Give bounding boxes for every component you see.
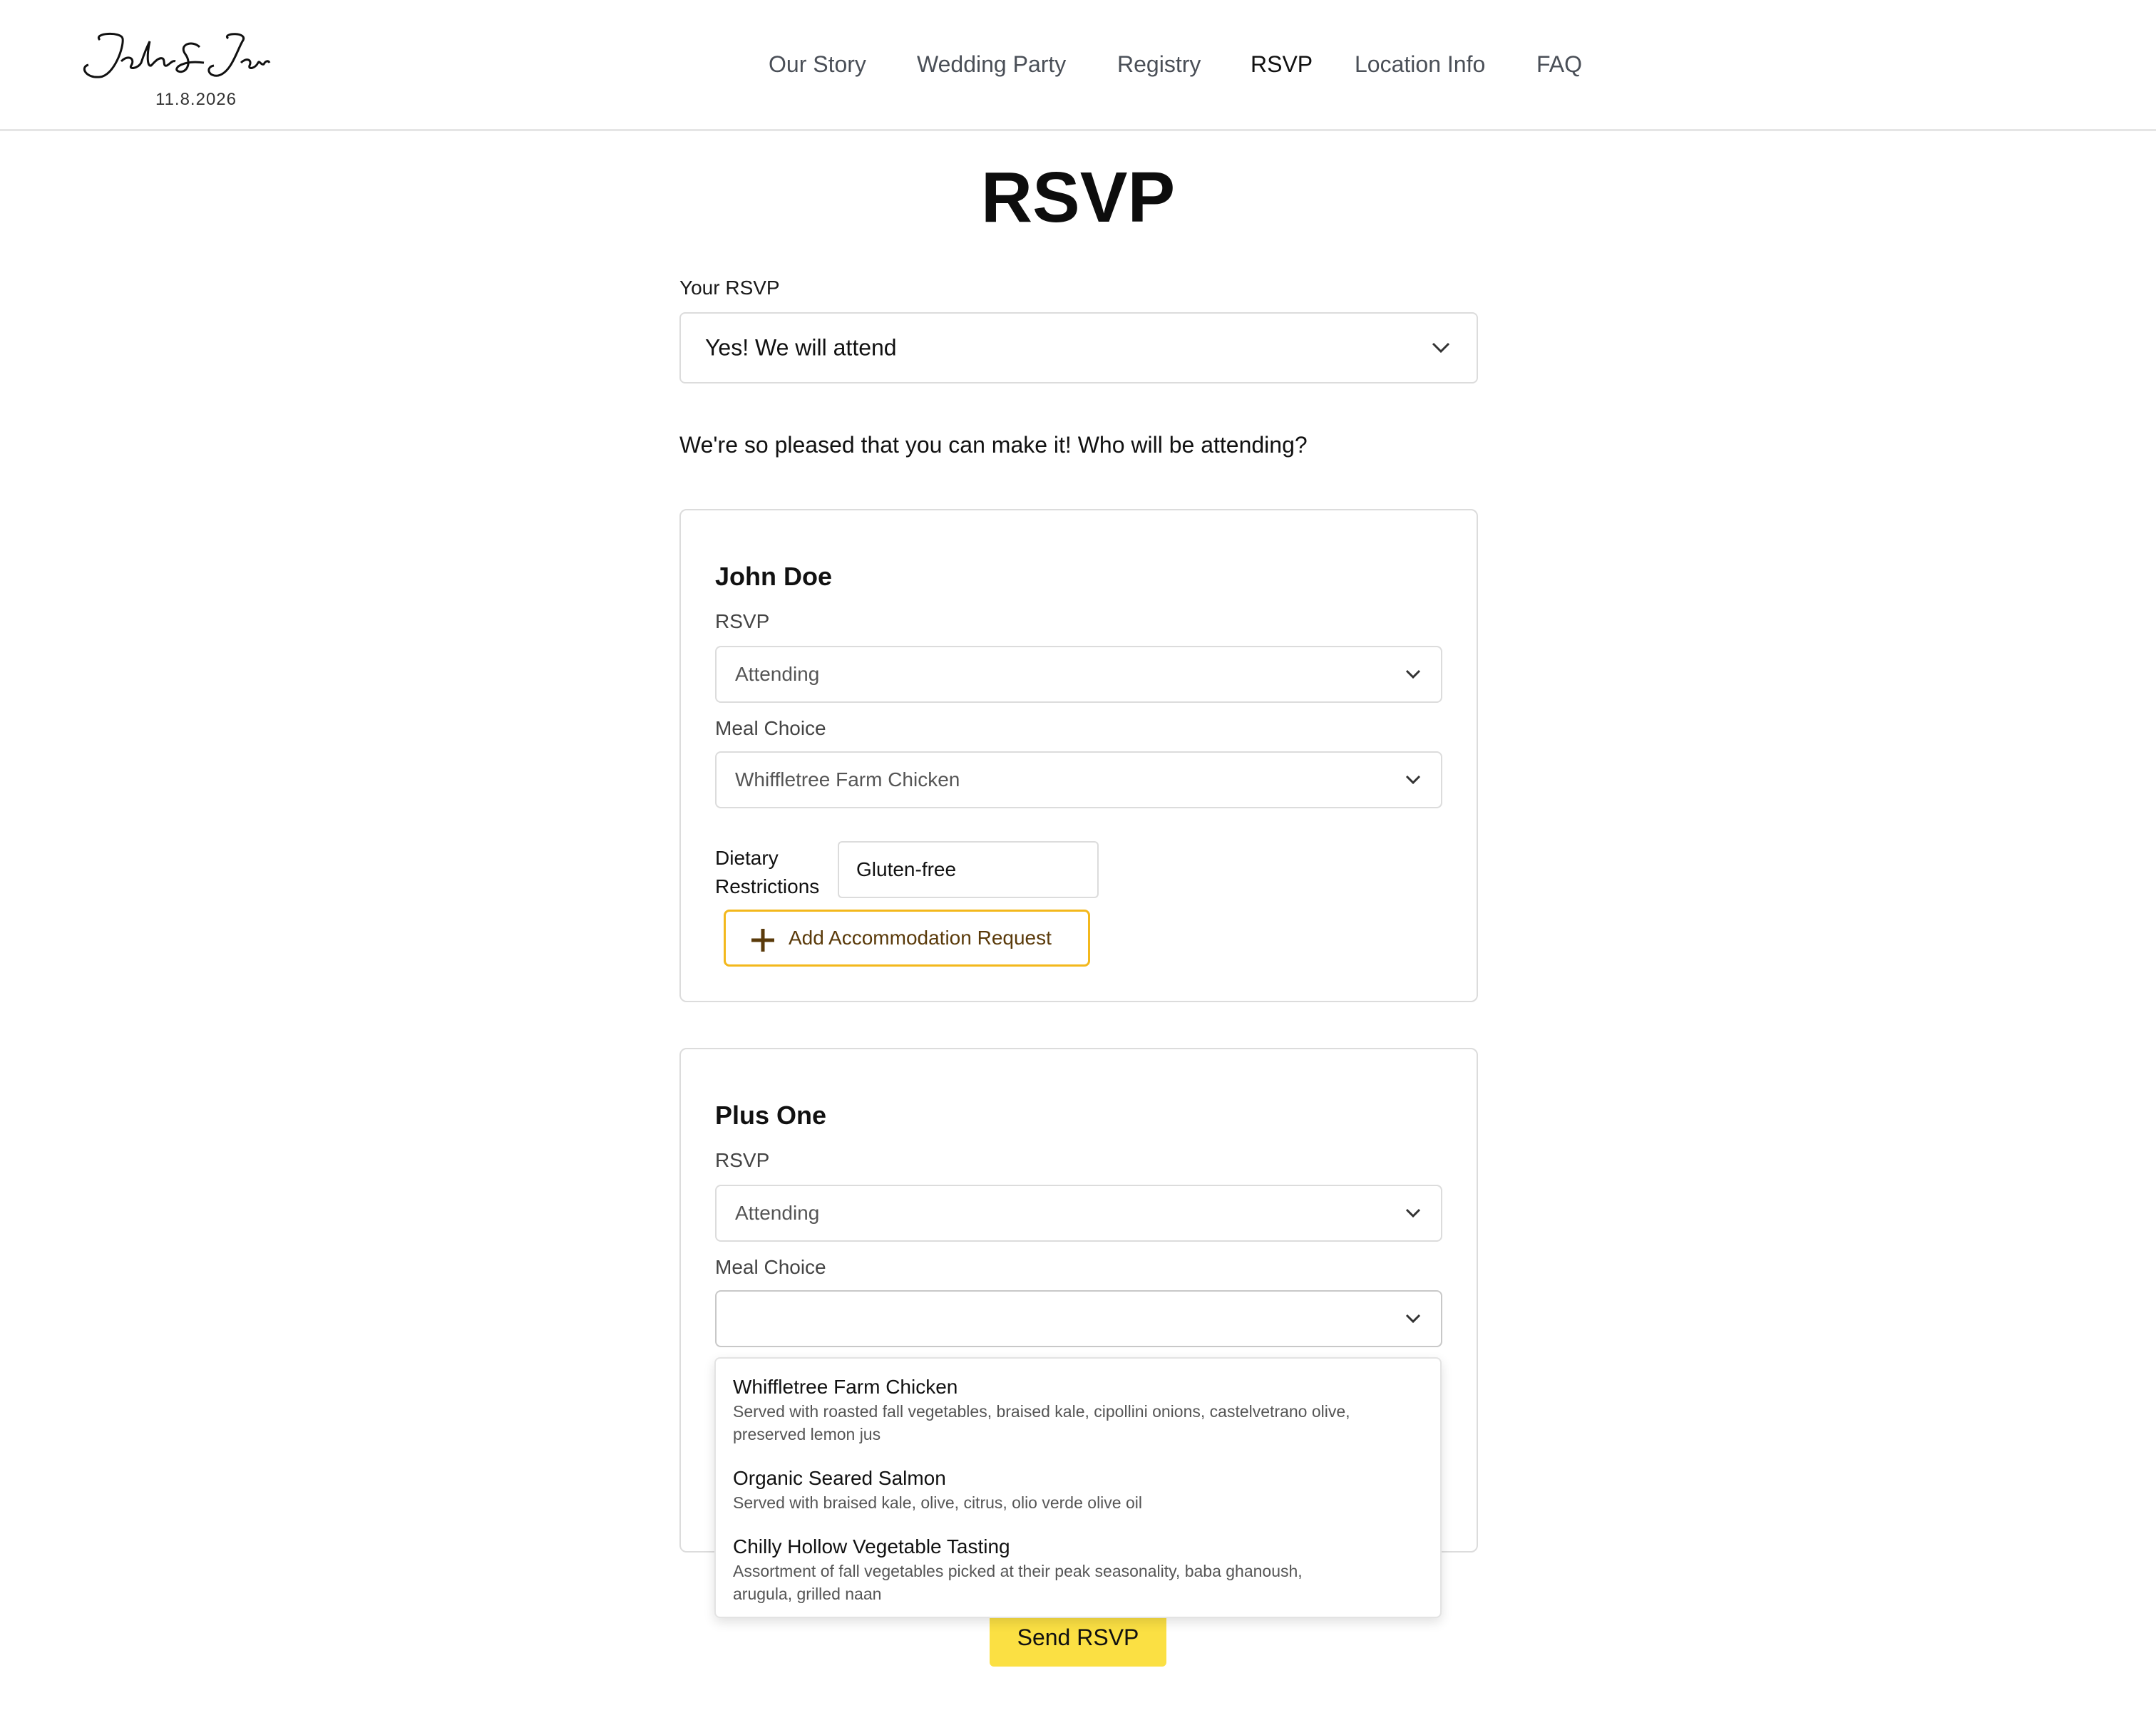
wedding-date: 11.8.2026 [155, 90, 237, 109]
dietary-restrictions-value: Gluten-free [856, 858, 957, 880]
plus-icon [751, 929, 774, 952]
guest-rsvp-value: Attending [735, 1202, 820, 1224]
meal-choice-dropdown: Whiffletree Farm Chicken Served with roa… [714, 1357, 1442, 1618]
guest-name: John Doe [715, 562, 833, 591]
meal-option-desc: arugula, grilled naan [733, 1585, 882, 1603]
meal-option-desc: Served with roasted fall vegetables, bra… [733, 1402, 1350, 1421]
page-title: RSVP [980, 158, 1176, 237]
couple-logo[interactable]: 11.8.2026 [78, 26, 292, 118]
nav-wedding-party[interactable]: Wedding Party [917, 51, 1066, 78]
meal-choice-label: Meal Choice [715, 1256, 826, 1278]
guest-rsvp-value: Attending [735, 663, 820, 685]
chevron-down-icon [1405, 669, 1421, 679]
site-header: 11.8.2026 Our Story Wedding Party Regist… [0, 0, 2156, 131]
guest-rsvp-label: RSVP [715, 1149, 770, 1171]
your-rsvp-label: Your RSVP [679, 277, 780, 299]
nav-rsvp[interactable]: RSVP [1251, 51, 1313, 78]
nav-faq[interactable]: FAQ [1536, 51, 1582, 78]
dietary-restrictions-label: Dietary Restrictions [715, 847, 820, 897]
nav-registry[interactable]: Registry [1117, 51, 1201, 78]
meal-choice-value: Whiffletree Farm Chicken [735, 768, 960, 791]
your-rsvp-value: Yes! We will attend [705, 334, 897, 361]
guest-rsvp-select[interactable]: Attending [715, 1185, 1442, 1242]
your-rsvp-select[interactable]: Yes! We will attend [679, 312, 1478, 383]
meal-option[interactable]: Organic Seared Salmon Served with braise… [733, 1466, 1424, 1514]
meal-option-name: Chilly Hollow Vegetable Tasting [733, 1535, 1010, 1558]
guest-name: Plus One [715, 1101, 827, 1130]
meal-option[interactable]: Chilly Hollow Vegetable Tasting Assortme… [733, 1534, 1424, 1605]
chevron-down-icon [1405, 775, 1421, 785]
signature-logo-icon [83, 32, 271, 78]
nav-location-info[interactable]: Location Info [1355, 51, 1485, 78]
chevron-down-icon [1432, 342, 1450, 354]
guest-card-john-doe: John Doe RSVP Attending Meal Choice Whif… [679, 509, 1478, 1002]
guest-rsvp-select[interactable]: Attending [715, 646, 1442, 703]
guest-rsvp-label: RSVP [715, 610, 770, 632]
meal-option-name: Whiffletree Farm Chicken [733, 1376, 958, 1398]
meal-choice-select[interactable] [715, 1290, 1442, 1347]
meal-choice-label: Meal Choice [715, 717, 826, 739]
meal-option-desc: preserved lemon jus [733, 1425, 881, 1443]
meal-option-desc: Assortment of fall vegetables picked at … [733, 1562, 1303, 1580]
dietary-restrictions-input[interactable]: Gluten-free [838, 841, 1099, 898]
add-accommodation-label: Add Accommodation Request [789, 927, 1052, 949]
chevron-down-icon [1405, 1314, 1421, 1324]
intro-text: We're so pleased that you can make it! W… [679, 432, 1308, 458]
add-accommodation-request-button[interactable]: Add Accommodation Request [724, 910, 1090, 967]
chevron-down-icon [1405, 1208, 1421, 1218]
meal-option-name: Organic Seared Salmon [733, 1467, 946, 1489]
meal-option-desc: Served with braised kale, olive, citrus,… [733, 1493, 1142, 1512]
meal-choice-select[interactable]: Whiffletree Farm Chicken [715, 751, 1442, 808]
nav-our-story[interactable]: Our Story [769, 51, 866, 78]
meal-option[interactable]: Whiffletree Farm Chicken Served with roa… [733, 1374, 1424, 1446]
